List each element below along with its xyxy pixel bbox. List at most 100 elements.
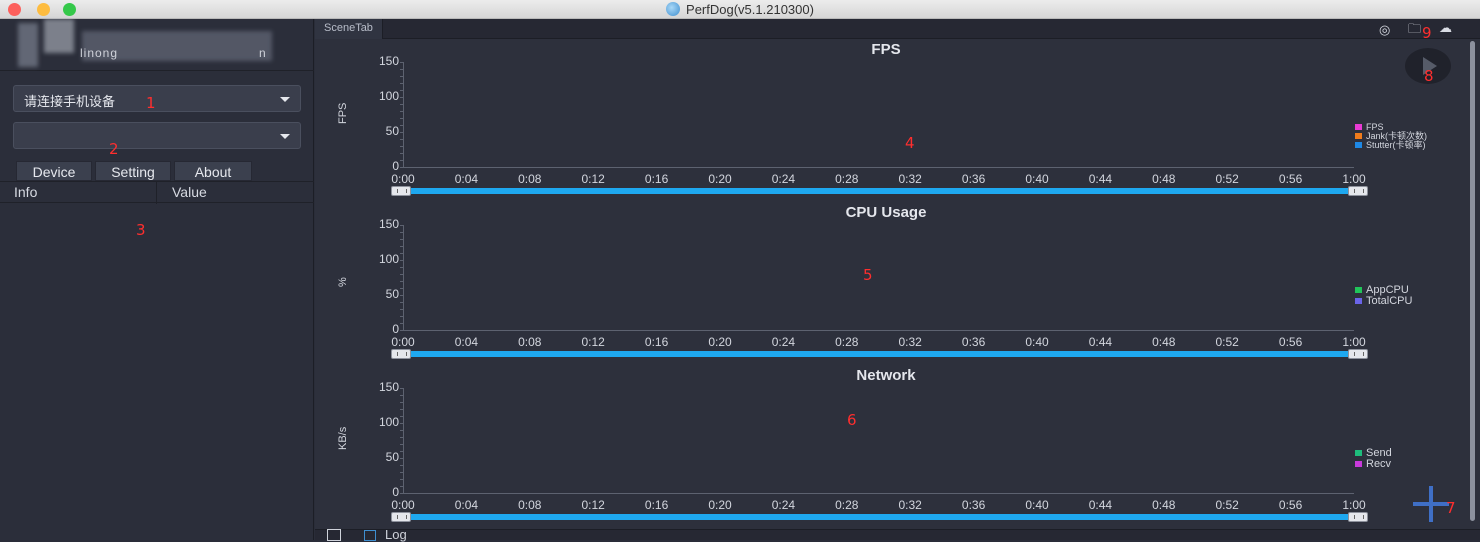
y-axis <box>403 225 404 330</box>
legend-item[interactable]: Stutter(卡顿率) <box>1355 141 1427 150</box>
scene-tab-bar: SceneTab ◎ 🗀 ☁ <box>315 19 1480 39</box>
device-select-value: 请连接手机设备 <box>24 94 116 109</box>
y-minor-tick <box>400 395 403 396</box>
slider-start-handle[interactable] <box>391 512 411 522</box>
tab-scene[interactable]: SceneTab <box>315 19 383 39</box>
y-minor-tick <box>400 146 403 147</box>
cloud-icon[interactable]: ☁ <box>1439 20 1452 36</box>
legend-swatch <box>1355 133 1362 139</box>
legend-item[interactable]: Recv <box>1355 459 1392 470</box>
slider-end-handle[interactable] <box>1348 512 1368 522</box>
x-tick-label: 0:52 <box>1215 498 1239 512</box>
x-tick-label: 0:44 <box>1088 172 1113 186</box>
x-tick-label: 0:24 <box>771 172 796 186</box>
y-tick-label: 150 <box>378 380 399 394</box>
y-minor-tick <box>400 288 403 289</box>
window-title-text: PerfDog(v5.1.210300) <box>686 2 814 17</box>
x-tick-label: 0:36 <box>961 498 986 512</box>
log-checkbox[interactable] <box>364 530 376 541</box>
chart-network: Network 0 50 100 150 KB/s 0:00 0:04 0:08 0:12 0:16… <box>315 365 1465 528</box>
device-select[interactable]: 请连接手机设备 <box>13 85 301 112</box>
x-tick-label: 0:48 <box>1152 335 1176 349</box>
y-minor-tick <box>400 458 403 459</box>
x-tick-label: 0:16 <box>644 498 669 512</box>
log-toggle-icon[interactable] <box>327 529 341 541</box>
y-minor-tick <box>400 388 403 389</box>
x-tick-label: 0:56 <box>1278 335 1303 349</box>
time-range-slider[interactable] <box>401 514 1356 520</box>
x-tick-label: 0:32 <box>898 335 922 349</box>
x-tick-label: 0:00 <box>391 172 415 186</box>
y-minor-tick <box>400 239 403 240</box>
y-minor-tick <box>400 225 403 226</box>
x-tick-label: 0:48 <box>1152 172 1176 186</box>
time-range-slider[interactable] <box>401 351 1356 357</box>
slider-end-handle[interactable] <box>1348 186 1368 196</box>
chart-legend: FPS Jank(卡顿次数) Stutter(卡顿率) <box>1355 123 1427 150</box>
x-tick-label: 0:16 <box>644 172 669 186</box>
y-minor-tick <box>400 444 403 445</box>
y-minor-tick <box>400 465 403 466</box>
annotation-marker-9: 9 <box>1422 24 1432 42</box>
legend-swatch <box>1355 287 1362 293</box>
window-title: PerfDog(v5.1.210300) <box>0 2 1480 17</box>
column-divider[interactable] <box>156 182 157 204</box>
app-select[interactable] <box>13 122 301 149</box>
main-panel: SceneTab ◎ 🗀 ☁ FPS 0 50 100 150 FPS 0:00 0:04 0:… <box>315 19 1480 542</box>
legend-swatch <box>1355 450 1362 456</box>
location-icon[interactable]: ◎ <box>1379 22 1390 38</box>
y-minor-tick <box>400 76 403 77</box>
x-tick-label: 0:40 <box>1025 172 1049 186</box>
slider-start-handle[interactable] <box>391 349 411 359</box>
tab-setting[interactable]: Setting <box>95 161 171 181</box>
annotation-marker-6: 6 <box>847 411 857 429</box>
time-range-slider[interactable] <box>401 188 1356 194</box>
x-tick-label: 0:20 <box>708 335 732 349</box>
y-minor-tick <box>400 153 403 154</box>
annotation-marker-2: 2 <box>109 140 119 158</box>
vertical-scrollbar[interactable] <box>1468 39 1478 529</box>
y-minor-tick <box>400 486 403 487</box>
x-axis <box>403 493 1354 494</box>
x-tick-label: 0:04 <box>454 498 479 512</box>
x-tick-label: 0:28 <box>835 335 859 349</box>
y-tick-label: 50 <box>385 124 399 138</box>
y-tick-label: 100 <box>378 89 399 103</box>
annotation-marker-3: 3 <box>136 221 146 239</box>
tab-about[interactable]: About <box>174 161 252 181</box>
x-tick-label: 0:24 <box>771 498 796 512</box>
scrollbar-thumb[interactable] <box>1470 41 1475 521</box>
chart-title: FPS <box>871 41 901 58</box>
account-name-fragment-1: linong <box>80 46 119 60</box>
y-minor-tick <box>400 472 403 473</box>
x-tick-label: 0:08 <box>518 335 542 349</box>
y-minor-tick <box>400 309 403 310</box>
column-value: Value <box>172 184 207 200</box>
x-tick-label: 0:08 <box>518 172 542 186</box>
y-minor-tick <box>400 139 403 140</box>
y-tick-label: 100 <box>378 415 399 429</box>
x-tick-label: 0:56 <box>1278 172 1303 186</box>
y-minor-tick <box>400 409 403 410</box>
sidebar: linong n 请连接手机设备 Device Setting About In… <box>0 19 314 540</box>
info-table-header: Info Value <box>0 181 314 204</box>
x-tick-label: 0:24 <box>771 335 796 349</box>
tab-device[interactable]: Device <box>16 161 92 181</box>
y-minor-tick <box>400 125 403 126</box>
x-tick-label: 0:36 <box>961 335 986 349</box>
y-minor-tick <box>400 97 403 98</box>
account-area[interactable]: linong n <box>0 19 314 71</box>
avatar-overlay <box>44 19 74 53</box>
avatar <box>18 23 38 67</box>
y-axis-label: % <box>337 277 349 287</box>
y-minor-tick <box>400 232 403 233</box>
legend-item[interactable]: TotalCPU <box>1355 296 1412 307</box>
log-label: Log <box>385 527 407 542</box>
y-minor-tick <box>400 430 403 431</box>
y-tick-label: 150 <box>378 217 399 231</box>
slider-end-handle[interactable] <box>1348 349 1368 359</box>
y-minor-tick <box>400 83 403 84</box>
x-tick-label: 0:40 <box>1025 498 1049 512</box>
slider-start-handle[interactable] <box>391 186 411 196</box>
x-tick-label: 0:12 <box>581 172 605 186</box>
